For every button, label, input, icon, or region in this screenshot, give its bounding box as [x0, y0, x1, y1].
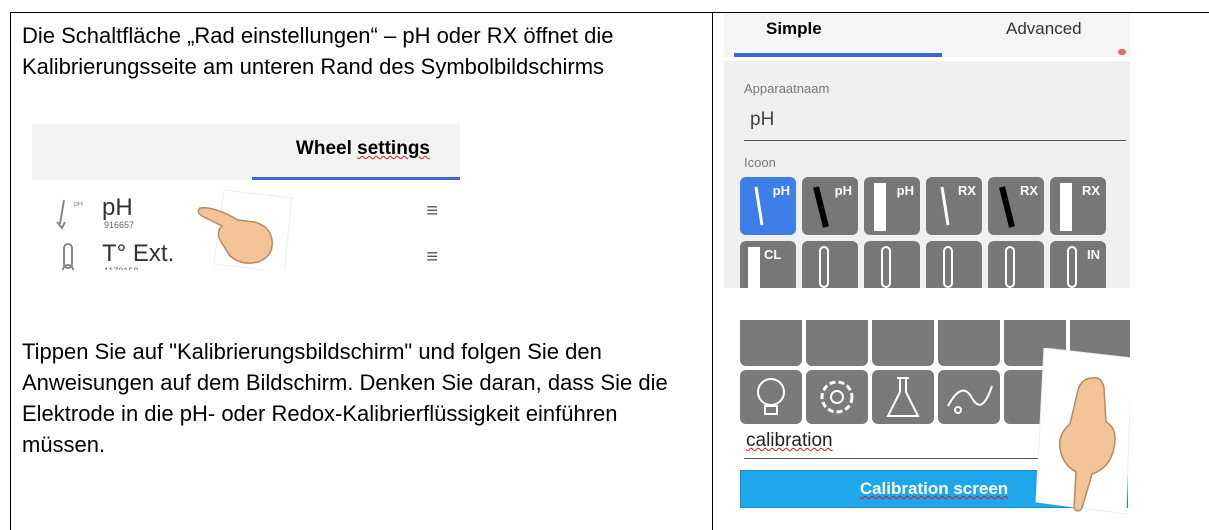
icon-tile-ph[interactable]: pH	[802, 177, 858, 235]
device-name-label: Apparaatnaam	[744, 81, 830, 96]
settings-tabs: Simple Advanced	[724, 13, 1130, 57]
icon-tile-gauge[interactable]	[872, 320, 934, 366]
wheel-row-sub: 916657	[104, 220, 135, 230]
icon-tile-ph-selected[interactable]: pH	[740, 177, 796, 235]
wheel-tab-indicator	[252, 177, 460, 180]
wheel-row-name: pH	[102, 194, 133, 221]
thermometer-icon	[881, 246, 891, 288]
pointing-hand-icon	[197, 189, 293, 270]
instruction-paragraph-2: Tippen Sie auf "Kalibrierungsbildschirm"…	[22, 339, 668, 457]
icon-tile-rx[interactable]: RX	[988, 177, 1044, 235]
icon-tile-bulb[interactable]	[740, 370, 802, 424]
device-name-underline	[744, 140, 1126, 141]
wheel-row-sub: 1170158	[104, 266, 138, 270]
icon-tile-temp-in[interactable]: IN	[1050, 241, 1106, 288]
icon-tile-ph[interactable]: pH	[864, 177, 920, 235]
instruction-paragraph-1: Die Schaltfläche „Rad einstellungen“ – p…	[22, 23, 614, 79]
icon-tile-temp-water[interactable]	[802, 241, 858, 288]
drag-handle-icon[interactable]: ≡	[426, 200, 438, 223]
curve-icon	[947, 385, 993, 414]
icon-tile-flask[interactable]	[872, 370, 934, 424]
icon-tile-temp[interactable]	[864, 241, 920, 288]
thermometer-icon	[62, 243, 74, 270]
tab-advanced[interactable]: Advanced	[1006, 19, 1082, 39]
icon-picker-grid: pH pH pH RX RX RX CL IN	[740, 177, 1130, 288]
table-left-border	[10, 12, 11, 530]
wheel-settings-title[interactable]: Wheel settings	[296, 138, 430, 160]
calibration-field[interactable]: calibration	[746, 430, 833, 452]
flask-icon	[886, 377, 920, 417]
thermometer-water-icon	[819, 246, 829, 288]
table-column-divider	[712, 12, 713, 530]
icon-tile-temp-sun[interactable]	[988, 241, 1044, 288]
svg-text:pH: pH	[74, 201, 83, 208]
thermometer-sun-icon	[1005, 246, 1015, 288]
light-bulb-icon	[757, 378, 785, 415]
icon-tile-pump[interactable]	[740, 320, 802, 366]
tab-indicator	[734, 53, 942, 57]
icon-tile-gauge-watt[interactable]	[938, 320, 1000, 366]
device-name-input[interactable]: pH	[750, 109, 774, 131]
wheel-settings-screenshot: Wheel settings pH pH 916657 ≡ T° Ext. 11…	[32, 124, 460, 270]
icon-tile-pump-watt[interactable]	[806, 320, 868, 366]
icon-tile-rx[interactable]: RX	[1050, 177, 1106, 235]
wheel-settings-header: Wheel settings	[32, 124, 460, 180]
settings-form: Apparaatnaam pH Icoon pH pH pH RX RX RX …	[724, 61, 1130, 288]
drag-handle-icon[interactable]: ≡	[426, 246, 438, 269]
device-settings-screenshot: Simple Advanced Apparaatnaam pH Icoon pH…	[724, 13, 1130, 288]
pointing-hand-icon	[1035, 348, 1130, 514]
thermometer-snow-icon	[943, 246, 953, 288]
tab-simple[interactable]: Simple	[766, 19, 822, 39]
calibration-screenshot: calibration Calibration screen	[724, 320, 1130, 516]
icon-tile-rx[interactable]: RX	[926, 177, 982, 235]
icon-tile-curve[interactable]	[938, 370, 1000, 424]
icon-label: Icoon	[744, 155, 776, 170]
wheel-row-name: T° Ext.	[102, 240, 175, 267]
icon-tile-temp-cold[interactable]	[926, 241, 982, 288]
gear-icon	[820, 380, 854, 414]
icon-tile-cl[interactable]: CL	[740, 241, 796, 288]
icon-tile-gear[interactable]	[806, 370, 868, 424]
scroll-marker	[1118, 49, 1126, 55]
ph-probe-icon: pH	[56, 199, 83, 230]
